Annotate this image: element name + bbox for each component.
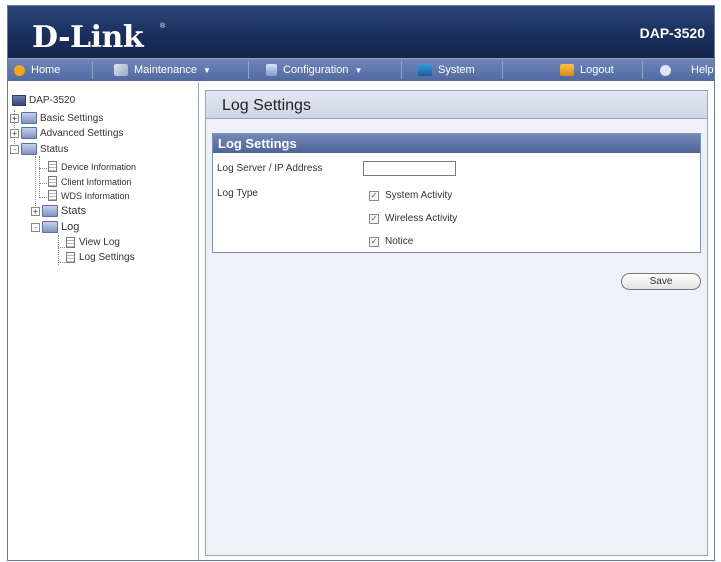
tree-item-view-log[interactable]: View Log (66, 237, 120, 248)
system-activity-checkbox[interactable]: ✓ (369, 190, 379, 201)
access-point-icon (12, 95, 26, 106)
app-window: D-Link ® DAP-3520 Home Maintenance ▼ Con… (7, 5, 715, 561)
menu-logout-label: Logout (580, 64, 614, 76)
tree-item-log[interactable]: - Log (31, 221, 79, 233)
menu-divider (92, 61, 93, 79)
expand-icon[interactable]: + (31, 206, 40, 216)
folder-open-icon (21, 143, 37, 155)
tree-item-status[interactable]: - Status (10, 143, 68, 155)
menu-divider (642, 61, 643, 79)
menu-help-label: Help (691, 64, 714, 76)
notice-option[interactable]: ✓ Notice (369, 236, 413, 247)
tree-item-label: Advanced Settings (40, 127, 124, 139)
tree-item-label: Log (61, 221, 80, 233)
tree-item-label: Status (40, 143, 69, 155)
tree-connector (39, 197, 47, 198)
menu-logout[interactable]: Logout (560, 59, 614, 81)
model-name: DAP-3520 (639, 25, 705, 41)
menu-configuration[interactable]: Configuration ▼ (266, 59, 362, 81)
tree-root[interactable]: DAP-3520 (12, 95, 75, 106)
tree-item-basic-settings[interactable]: + Basic Settings (10, 112, 103, 124)
system-activity-label: System Activity (385, 190, 453, 201)
tree-root-label: DAP-3520 (29, 95, 76, 106)
wireless-activity-label: Wireless Activity (385, 213, 458, 224)
menu-system-label: System (438, 64, 475, 76)
system-activity-option[interactable]: ✓ System Activity (369, 190, 452, 201)
collapse-icon[interactable]: - (31, 222, 40, 232)
content-panel: Log Settings Log Settings Log Server / I… (205, 90, 708, 556)
notice-checkbox[interactable]: ✓ (369, 236, 379, 247)
chevron-down-icon: ▼ (354, 65, 363, 75)
tree-item-log-settings[interactable]: Log Settings (66, 252, 135, 263)
section-header: Log Settings (213, 134, 700, 153)
tree-item-label: Stats (61, 205, 87, 217)
tree-item-label: Device Information (61, 161, 137, 172)
log-type-label: Log Type (217, 188, 258, 199)
log-server-ip-input[interactable] (363, 161, 456, 176)
menu-divider (401, 61, 402, 79)
tree-item-label: Log Settings (79, 252, 135, 263)
tree-connector (58, 247, 65, 248)
home-icon (14, 64, 25, 76)
tree-item-label: Basic Settings (40, 112, 104, 124)
brand-logo: D-Link (32, 20, 144, 55)
tools-icon (114, 64, 128, 76)
tree-connector (39, 168, 47, 169)
page-icon (48, 190, 57, 201)
tree-item-advanced-settings[interactable]: + Advanced Settings (10, 127, 123, 139)
tree-connector (35, 156, 36, 206)
navigation-tree: DAP-3520 + Basic Settings + Advanced Set… (8, 82, 199, 560)
wireless-activity-option[interactable]: ✓ Wireless Activity (369, 213, 457, 224)
chevron-down-icon: ▼ (203, 65, 211, 75)
logout-icon (560, 64, 574, 76)
tree-item-label: WDS Information (61, 190, 130, 201)
tree-connector (39, 156, 40, 198)
tree-connector (39, 183, 47, 184)
help-icon (660, 64, 671, 76)
page-icon (48, 176, 57, 187)
wireless-activity-checkbox[interactable]: ✓ (369, 213, 379, 224)
tree-item-wds-information[interactable]: WDS Information (48, 190, 130, 201)
header-banner: D-Link ® DAP-3520 (8, 6, 714, 58)
folder-icon (21, 112, 37, 124)
folder-icon (42, 205, 58, 217)
menu-maintenance-label: Maintenance (134, 64, 197, 76)
page-icon (66, 237, 75, 248)
tree-item-label: View Log (79, 237, 120, 248)
expand-icon[interactable]: + (10, 128, 19, 138)
menu-help[interactable]: Help (660, 59, 714, 81)
log-server-label: Log Server / IP Address (217, 163, 323, 174)
collapse-icon[interactable]: - (10, 144, 19, 154)
tree-item-device-information[interactable]: Device Information (48, 161, 136, 172)
folder-icon (21, 127, 37, 139)
log-settings-section: Log Settings Log Server / IP Address Log… (212, 133, 701, 253)
section-title: Log Settings (218, 136, 297, 151)
configuration-icon (266, 64, 277, 76)
folder-open-icon (42, 221, 58, 233)
tree-item-label: Client Information (61, 176, 132, 187)
menu-system[interactable]: System (418, 59, 475, 81)
expand-icon[interactable]: + (10, 113, 19, 123)
menu-home[interactable]: Home (14, 59, 60, 81)
menu-maintenance[interactable]: Maintenance ▼ (114, 59, 211, 81)
menu-divider (502, 61, 503, 79)
tree-item-stats[interactable]: + Stats (31, 205, 86, 217)
menu-divider (248, 61, 249, 79)
tree-item-client-information[interactable]: Client Information (48, 176, 132, 187)
page-title: Log Settings (222, 97, 311, 114)
menu-home-label: Home (31, 64, 61, 76)
menu-bar: Home Maintenance ▼ Configuration ▼ Syste… (8, 58, 714, 81)
tree-connector (58, 262, 65, 263)
page-header: Log Settings (206, 91, 707, 119)
page-icon (66, 252, 75, 263)
brand-registered-mark: ® (160, 23, 166, 30)
menu-configuration-label: Configuration (283, 64, 349, 76)
notice-label: Notice (385, 236, 414, 247)
system-icon (418, 64, 432, 76)
page-icon (48, 161, 57, 172)
save-button[interactable]: Save (621, 273, 701, 290)
tree-connector (58, 235, 59, 265)
